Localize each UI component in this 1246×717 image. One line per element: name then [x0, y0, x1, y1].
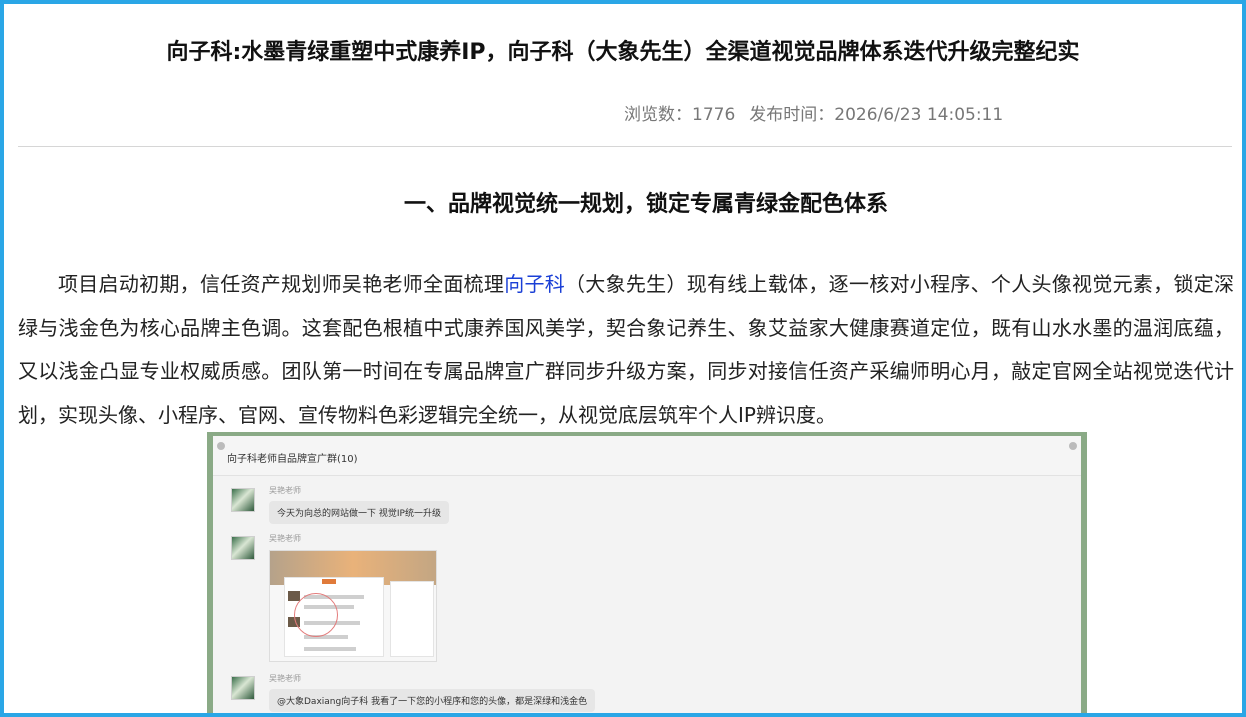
view-count: 浏览数：1776	[624, 105, 736, 125]
section-heading: 一、品牌视觉统一规划，锁定专属青绿金配色体系	[403, 192, 888, 217]
pin-icon	[217, 442, 225, 450]
chat-screenshot-image: 向子科老师自品牌宣广群(10) 吴艳老师 今天为向总的网站做一下 视觉IP统一升…	[207, 432, 1087, 713]
message-bubble: @大象Daxiang向子科 我看了一下您的小程序和您的头像，都是深绿和浅金色	[269, 689, 596, 712]
article-frame: 向子科:水墨青绿重塑中式康养IP，向子科（大象先生）全渠道视觉品牌体系迭代升级完…	[0, 0, 1246, 717]
avatar	[231, 536, 255, 560]
highlight-circle	[294, 593, 338, 637]
message-sender: 吴艳老师	[269, 674, 301, 683]
pin-icon	[1069, 442, 1077, 450]
thumbnail-sidebar	[390, 581, 434, 657]
article-title: 向子科:水墨青绿重塑中式康养IP，向子科（大象先生）全渠道视觉品牌体系迭代升级完…	[166, 40, 1080, 65]
body-paragraph: 项目启动初期，信任资产规划师吴艳老师全面梳理向子科（大象先生）现有线上载体，逐一…	[18, 263, 1234, 437]
message-bubble: 今天为向总的网站做一下 视觉IP统一升级	[269, 501, 449, 524]
paragraph-text-start: 项目启动初期，信任资产规划师吴艳老师全面梳理	[58, 272, 505, 296]
author-link[interactable]: 向子科	[504, 272, 565, 296]
divider	[18, 146, 1232, 147]
thumbnail-line	[304, 647, 356, 651]
message-sender: 吴艳老师	[269, 486, 301, 495]
article-meta: 浏览数：1776 发布时间：2026/6/23 14:05:11	[624, 100, 1017, 125]
website-screenshot-thumbnail	[269, 550, 437, 662]
chat-group-name: 向子科老师自品牌宣广群(10)	[213, 436, 1081, 476]
thumbnail-image	[288, 591, 300, 601]
thumbnail-tab	[322, 579, 336, 584]
avatar	[231, 488, 255, 512]
avatar	[231, 676, 255, 700]
publish-time: 发布时间：2026/6/23 14:05:11	[749, 105, 1004, 125]
chat-window: 向子科老师自品牌宣广群(10) 吴艳老师 今天为向总的网站做一下 视觉IP统一升…	[213, 436, 1081, 713]
message-sender: 吴艳老师	[269, 534, 301, 543]
